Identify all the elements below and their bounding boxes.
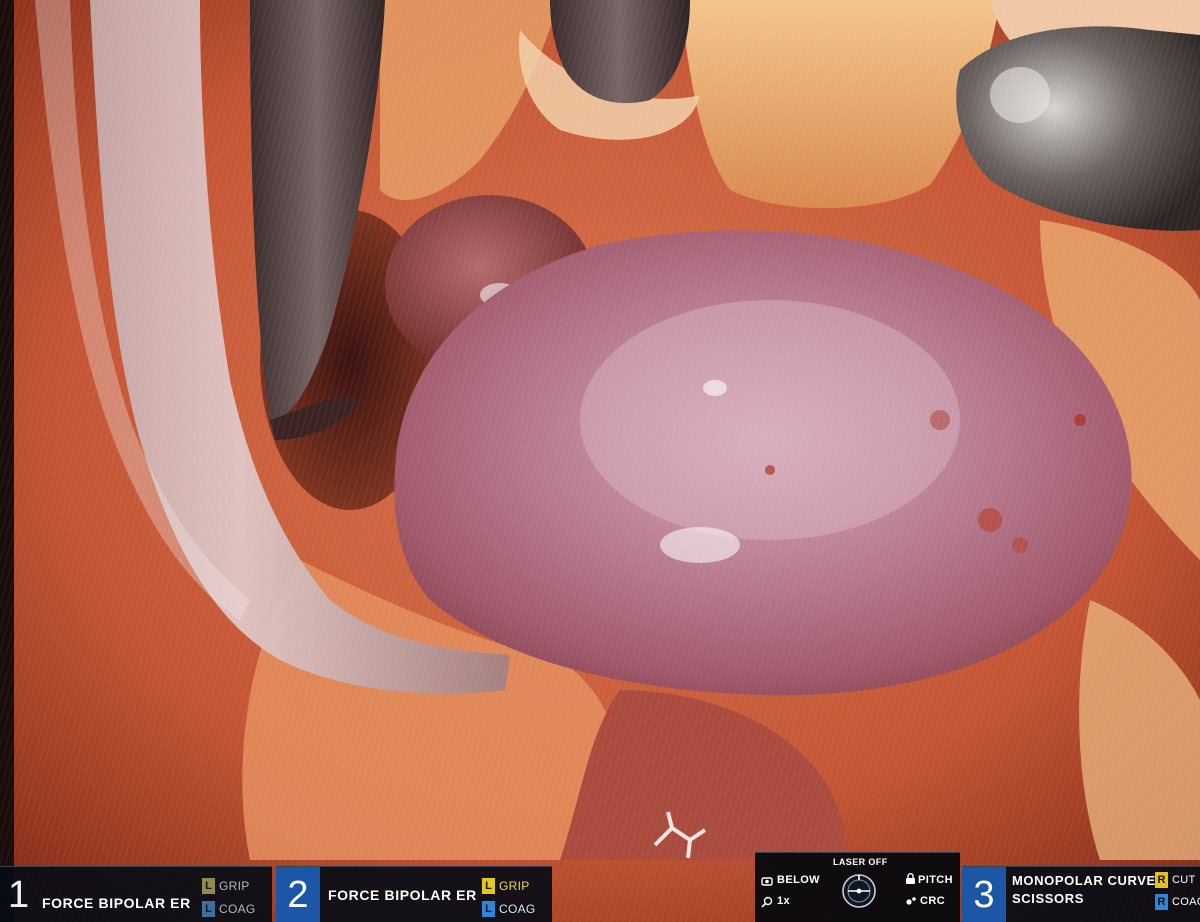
pedal-cut-label: CUT <box>1172 873 1196 886</box>
pedal-key-left: L <box>482 877 495 894</box>
pitch-label: PITCH <box>918 874 953 886</box>
pedal-coag-label: COAG <box>1172 895 1200 908</box>
horizon-dial-icon[interactable] <box>839 871 879 911</box>
pedal-key-left: L <box>202 900 215 917</box>
surgical-display: 1 FORCE BIPOLAR ER L GRIP L COAG 2 FORCE B… <box>0 0 1200 922</box>
arm-2-number: 2 <box>276 867 320 922</box>
pedal-grip-label: GRIP <box>219 878 250 893</box>
lock-pitch-icon <box>906 873 915 884</box>
endoscope-view <box>0 0 1200 922</box>
arm-2-panel[interactable]: 2 FORCE BIPOLAR ER L GRIP L COAG <box>276 866 552 922</box>
camera-below-icon <box>761 877 773 886</box>
camera-position: BELOW <box>777 874 820 886</box>
pedal-key-right: R <box>1155 893 1168 910</box>
arm-3-instrument-name-line1: MONOPOLAR CURVED <box>1012 873 1166 888</box>
zoom-icon <box>761 896 773 908</box>
camera-status-panel: LASER OFF BELOW 1x PITCH CRC <box>755 852 960 922</box>
arm-1-instrument-name: FORCE BIPOLAR ER <box>42 895 191 911</box>
laser-status: LASER OFF <box>833 857 888 867</box>
arm-3-number: 3 <box>962 867 1006 922</box>
pedal-key-right: R <box>1155 871 1168 888</box>
crc-label: CRC <box>920 895 946 907</box>
pedal-key-left: L <box>202 877 215 894</box>
arm-3-pedal-cut: R CUT <box>1155 869 1196 889</box>
arm-2-pedal-coag: L COAG <box>482 898 536 918</box>
pedal-coag-label: COAG <box>219 901 256 916</box>
arm-1-pedal-grip: L GRIP <box>202 875 250 895</box>
arm-3-instrument-name-line2: SCISSORS <box>1012 891 1084 906</box>
arm-1-number: 1 <box>8 874 30 916</box>
zoom-level: 1x <box>777 895 791 907</box>
crc-icon <box>906 897 916 905</box>
arm-3-panel[interactable]: 3 MONOPOLAR CURVED SCISSORS R CUT R COAG <box>962 866 1200 922</box>
pedal-grip-label: GRIP <box>499 878 530 893</box>
pedal-coag-label: COAG <box>499 901 536 916</box>
arm-1-panel[interactable]: 1 FORCE BIPOLAR ER L GRIP L COAG <box>0 866 272 922</box>
arm-3-pedal-coag: R COAG <box>1155 891 1200 911</box>
pedal-key-left: L <box>482 900 495 917</box>
instrument-status-bar: 1 FORCE BIPOLAR ER L GRIP L COAG 2 FORCE B… <box>0 852 1200 922</box>
arm-1-pedal-coag: L COAG <box>202 898 256 918</box>
arm-2-pedal-grip: L GRIP <box>482 875 530 895</box>
arm-2-instrument-name: FORCE BIPOLAR ER <box>328 887 477 903</box>
